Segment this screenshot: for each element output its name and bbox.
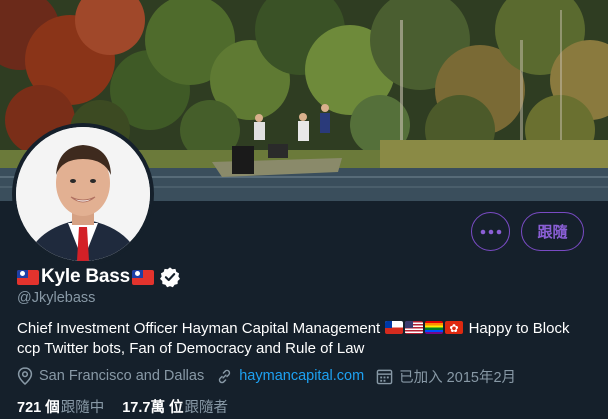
chile-flag-icon: [385, 321, 404, 334]
profile-bio: Chief Investment Officer Hayman Capital …: [17, 319, 592, 359]
avatar-photo: [16, 127, 150, 261]
hong-kong-flag-icon: [445, 321, 464, 334]
website-link[interactable]: haymancapital.com: [239, 368, 364, 384]
display-name: Kyle Bass: [41, 266, 131, 287]
following-count: 721 個: [17, 400, 60, 416]
profile-avatar[interactable]: [12, 123, 154, 265]
profile-meta-row: San Francisco and Dallas haymancapital.c…: [17, 365, 528, 387]
following-count-link[interactable]: 721 個跟隨中: [17, 396, 104, 417]
taiwan-flag-icon: [17, 269, 39, 285]
more-options-button[interactable]: [471, 212, 510, 251]
location-text: San Francisco and Dallas: [39, 368, 205, 384]
followers-count-link[interactable]: 17.7萬 位跟隨者: [122, 396, 228, 417]
calendar-icon: [376, 369, 393, 384]
join-date: 已加入 2015年2月: [376, 366, 516, 387]
taiwan-flag-icon: [132, 269, 155, 285]
profile-name-row: Kyle Bass: [17, 265, 181, 289]
website: haymancapital.com: [216, 368, 364, 385]
followers-count: 17.7萬 位: [122, 400, 184, 416]
follow-counts: 721 個跟隨中 17.7萬 位跟隨者: [17, 396, 246, 417]
followers-label: 跟隨者: [184, 400, 228, 416]
location: San Francisco and Dallas: [17, 367, 204, 385]
bio-text-part1: Chief Investment Officer Hayman Capital …: [17, 320, 381, 337]
rainbow-flag-icon: [425, 321, 444, 334]
profile-handle: @Jkylebass: [17, 290, 96, 306]
following-label: 跟隨中: [60, 400, 105, 416]
join-date-text: 已加入 2015年2月: [399, 369, 517, 386]
link-icon: [219, 369, 231, 383]
verified-badge-icon: [160, 267, 181, 288]
more-dots-icon: [480, 229, 501, 234]
us-flag-icon: [405, 321, 424, 334]
follow-button[interactable]: 跟隨: [521, 212, 584, 251]
location-pin-icon: [17, 367, 33, 385]
